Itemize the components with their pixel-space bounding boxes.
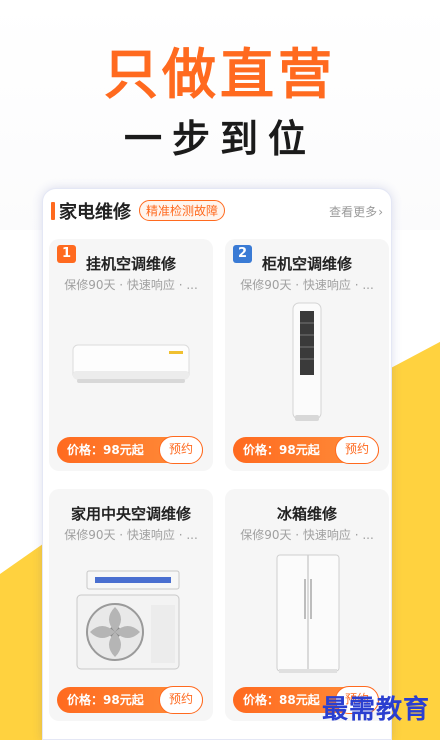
service-name: 家用中央空调维修 (70, 505, 191, 523)
service-name: 挂机空调维修 (85, 255, 176, 273)
view-more-label: 查看更多 (329, 205, 378, 219)
price-bar: 价格：98元起 预约 (233, 436, 379, 464)
section-tag: 精准检测故障 (139, 200, 226, 221)
service-name: 柜机空调维修 (261, 255, 352, 273)
service-desc: 保修90天 · 快速响应 · ... (64, 528, 198, 542)
chevron-right-icon: › (378, 205, 383, 219)
central-ac-icon (49, 549, 213, 679)
service-item-fridge[interactable]: 冰箱维修 保修90天 · 快速响应 · ... 价格：88元起 预约 (225, 489, 389, 721)
price-bar: 价格：98元起 预约 (57, 436, 203, 464)
service-card: 家电维修 精准检测故障 查看更多› 1 挂机空调维修 保修90天 · 快速响应 … (42, 188, 392, 740)
title-accent-bar (51, 202, 55, 220)
book-button[interactable]: 预约 (159, 436, 203, 464)
tower-ac-icon (225, 299, 389, 429)
service-item-wall-ac[interactable]: 1 挂机空调维修 保修90天 · 快速响应 · ... 价格：98元起 预约 (49, 239, 213, 471)
price-label: 价格：98元起 (243, 443, 320, 457)
view-more-link[interactable]: 查看更多› (329, 203, 383, 220)
section-title: 家电维修 (59, 202, 131, 223)
watermark-text: 最需教育 (321, 695, 430, 725)
hero-subline: 一步到位 (123, 117, 316, 161)
price-label: 价格：98元起 (67, 443, 144, 457)
card-header: 家电维修 精准检测故障 查看更多› (43, 189, 391, 233)
service-name: 冰箱维修 (276, 505, 337, 523)
service-item-tower-ac[interactable]: 2 柜机空调维修 保修90天 · 快速响应 · ... 价格：98元起 预约 (225, 239, 389, 471)
price-label: 价格：88元起 (243, 693, 320, 707)
price-label: 价格：98元起 (67, 693, 144, 707)
hero-headline: 只做直营 (104, 43, 336, 106)
service-item-central-ac[interactable]: 家用中央空调维修 保修90天 · 快速响应 · ... 价格：98元起 预约 (49, 489, 213, 721)
service-desc: 保修90天 · 快速响应 · ... (240, 528, 374, 542)
fridge-icon (225, 549, 389, 679)
book-button[interactable]: 预约 (159, 686, 203, 714)
book-button[interactable]: 预约 (335, 436, 379, 464)
price-bar: 价格：98元起 预约 (57, 686, 203, 714)
wall-ac-icon (49, 299, 213, 429)
service-desc: 保修90天 · 快速响应 · ... (240, 278, 374, 292)
service-desc: 保修90天 · 快速响应 · ... (64, 278, 198, 292)
